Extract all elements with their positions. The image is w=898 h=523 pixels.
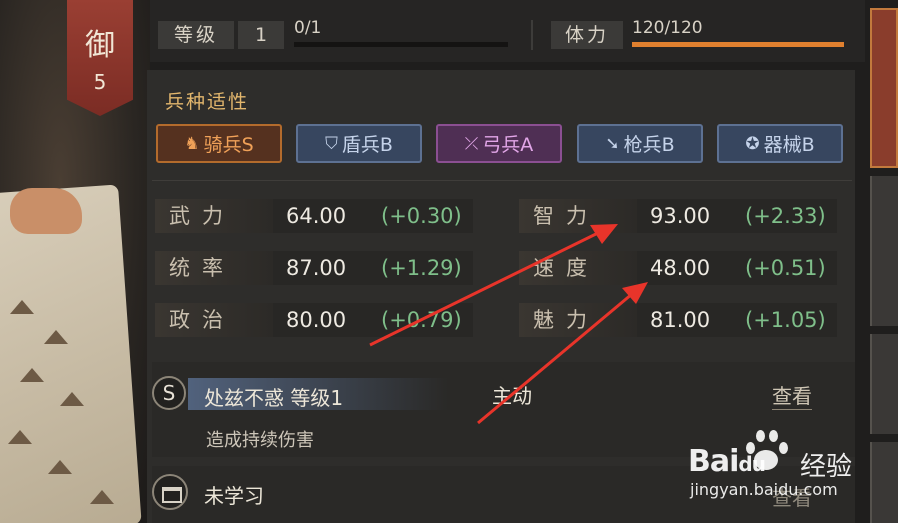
troop-siege-button[interactable]: ✪ 器械B [717, 124, 843, 163]
exp-text: 0/1 [294, 18, 322, 38]
divider [531, 20, 533, 50]
stat-row-intelligence: 智力 93.00 (+2.33) [519, 199, 837, 233]
troop-label: 弓兵A [482, 134, 534, 156]
stamina-text: 120/120 [632, 18, 703, 38]
stat-row-politics: 政治 80.00 (+0.79) [155, 303, 473, 337]
skill-type: 主动 [492, 384, 532, 408]
stat-bonus: (+2.33) [745, 204, 826, 228]
stat-name: 统率 [155, 251, 273, 285]
mountain-icon [48, 460, 72, 474]
stat-row-charm: 魅力 81.00 (+1.05) [519, 303, 837, 337]
side-tab[interactable] [870, 334, 898, 434]
skill-view-link[interactable]: 查看 [772, 380, 812, 410]
unlearned-label: 未学习 [204, 484, 264, 508]
troop-label: 盾兵B [341, 134, 393, 156]
rank-number: 5 [93, 70, 107, 94]
level-label: 等级 [158, 21, 234, 49]
stat-value: 80.00 [286, 308, 347, 332]
stat-name: 智力 [519, 199, 637, 233]
stat-value: 48.00 [650, 256, 711, 280]
stat-value: 81.00 [650, 308, 711, 332]
mountain-icon [90, 490, 114, 504]
exp-progress-bar [294, 42, 508, 47]
rank-title: 御 [85, 28, 115, 63]
stat-row-command: 统率 87.00 (+1.29) [155, 251, 473, 285]
hand-art [10, 188, 82, 234]
shield-icon: ⛉ [325, 133, 338, 154]
stat-bonus: (+0.79) [381, 308, 462, 332]
spear-icon: ➘ [605, 133, 620, 154]
stat-bonus: (+1.05) [745, 308, 826, 332]
horse-icon: ♞ [184, 133, 200, 154]
bow-icon: ⤫ [464, 133, 479, 154]
troop-shield-button[interactable]: ⛉ 盾兵B [296, 124, 422, 163]
siege-icon: ✪ [745, 133, 760, 154]
skill-grade-badge: S [152, 376, 186, 410]
section-divider [152, 180, 852, 181]
watermark-brand: Baidu [688, 444, 766, 479]
troop-label: 器械B [763, 134, 815, 156]
stamina-progress-bar [632, 42, 844, 47]
stat-name: 魅力 [519, 303, 637, 337]
watermark-brand-suffix: 经验 [800, 452, 853, 482]
baidu-watermark: Baidu 经验 jingyan.baidu.com [688, 430, 888, 510]
mountain-icon [8, 430, 32, 444]
rank-badge: 御 5 [67, 0, 133, 116]
stat-bonus: (+1.29) [381, 256, 462, 280]
skill-name: 处兹不惑 等级1 [204, 386, 344, 410]
stat-value: 87.00 [286, 256, 347, 280]
stat-value: 64.00 [286, 204, 347, 228]
skill-description: 造成持续伤害 [206, 430, 314, 451]
stat-name: 政治 [155, 303, 273, 337]
troop-label: 枪兵B [623, 134, 675, 156]
stamina-label: 体力 [551, 21, 623, 49]
troop-label: 骑兵S [203, 134, 254, 156]
troop-bow-button[interactable]: ⤫ 弓兵A [436, 124, 562, 163]
side-tab-active[interactable] [870, 8, 898, 168]
book-icon [152, 474, 188, 510]
troop-aptitude-title: 兵种适性 [165, 91, 250, 113]
mountain-icon [10, 300, 34, 314]
stat-name: 速度 [519, 251, 637, 285]
mountain-icon [20, 368, 44, 382]
watermark-url: jingyan.baidu.com [690, 480, 838, 499]
level-value: 1 [238, 21, 284, 49]
stat-row-force: 武力 64.00 (+0.30) [155, 199, 473, 233]
troop-cavalry-button[interactable]: ♞ 骑兵S [156, 124, 282, 163]
stat-bonus: (+0.30) [381, 204, 462, 228]
troop-spear-button[interactable]: ➘ 枪兵B [577, 124, 703, 163]
stat-name: 武力 [155, 199, 273, 233]
side-tab[interactable] [870, 176, 898, 326]
stat-value: 93.00 [650, 204, 711, 228]
mountain-icon [44, 330, 68, 344]
stat-row-speed: 速度 48.00 (+0.51) [519, 251, 837, 285]
mountain-icon [60, 392, 84, 406]
stat-bonus: (+0.51) [745, 256, 826, 280]
